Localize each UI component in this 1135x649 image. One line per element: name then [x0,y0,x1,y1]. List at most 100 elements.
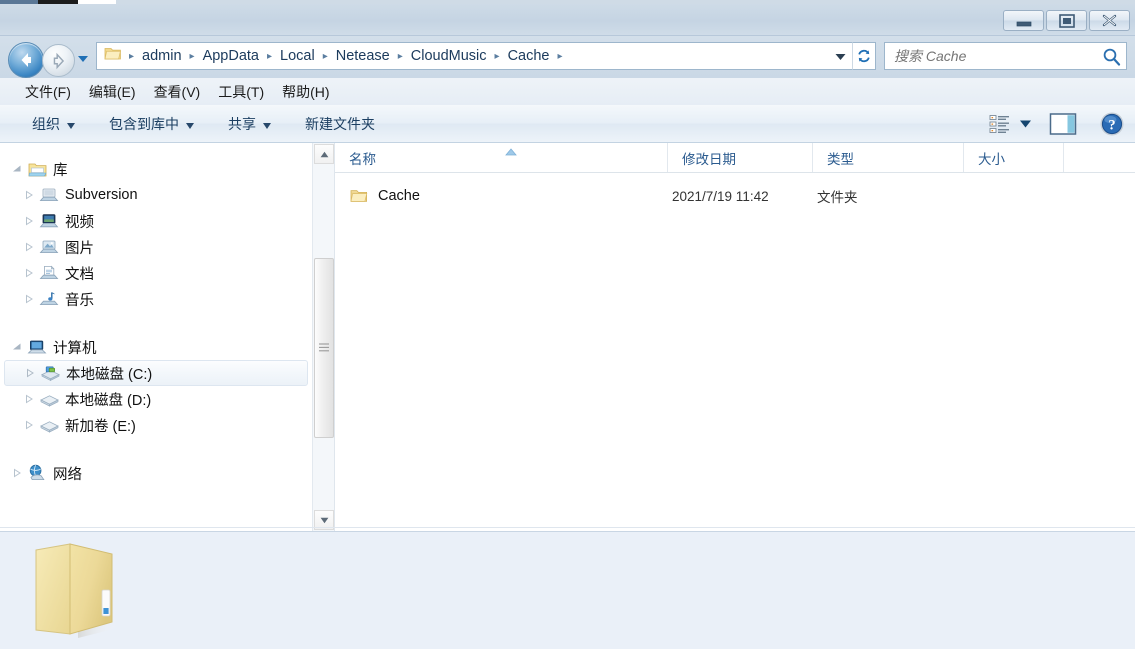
recent-locations-dropdown[interactable] [76,52,90,66]
column-header-type-label: 类型 [827,151,854,167]
column-header-filler [1064,143,1135,172]
scrollbar-grip-icon [319,339,330,357]
triangle-up-icon [320,151,328,157]
breadcrumb-item-cache[interactable]: Cache [505,46,553,66]
expander-expand-icon[interactable] [20,187,38,203]
expander-expand-icon[interactable] [21,365,39,381]
breadcrumb-separator: ▸ [557,50,563,62]
sidebar-item-videos-label: 视频 [65,214,94,231]
sidebar-item-subversion-label: Subversion [65,187,138,203]
sidebar-group-network-label: 网络 [53,466,82,483]
menu-edit[interactable]: 编辑(E) [80,79,145,105]
breadcrumb-item-appdata[interactable]: AppData [200,46,262,66]
breadcrumb[interactable]: ▸ admin ▸ AppData ▸ Local ▸ Netease ▸ Cl… [96,42,876,70]
title-bar [0,4,1135,36]
documents-library-icon [38,264,60,282]
chevron-down-icon [78,56,88,62]
expander-collapse-icon[interactable] [8,161,26,177]
organize-button[interactable]: 组织 [22,109,85,139]
sidebar-item-subversion[interactable]: Subversion [0,182,312,208]
search-input[interactable] [885,44,1096,68]
include-in-library-button[interactable]: 包含到库中 [99,109,204,139]
expander-collapse-icon[interactable] [8,339,26,355]
minimize-button[interactable] [1003,10,1044,31]
view-mode-icon[interactable] [985,110,1015,138]
breadcrumb-separator: ▸ [397,50,403,62]
sidebar-group-network[interactable]: 网络 [0,460,312,486]
toolbar-right-group: ? [985,105,1135,143]
sidebar-group-computer[interactable]: 计算机 [0,334,312,360]
details-pane: 1 个对象 https://blog.csdn.net/weixin_43993… [0,531,1135,649]
view-mode-dropdown[interactable] [1015,110,1035,138]
sidebar-group-computer-label: 计算机 [53,340,97,357]
column-header-date-modified[interactable]: 修改日期 [668,143,813,172]
navigation-pane-scrollbar[interactable] [312,143,334,531]
menu-view[interactable]: 查看(V) [145,79,210,105]
refresh-button[interactable] [852,42,876,70]
chevron-down-icon [835,53,845,60]
file-row-name: Cache [378,188,420,204]
sidebar-item-pictures[interactable]: 图片 [0,234,312,260]
expander-expand-icon[interactable] [8,465,26,481]
navigation-pane[interactable]: 库 Subversion 视频 图片 文档 音乐 计算机 本地磁盘 (C:) 本… [0,143,312,531]
file-row-name-cell[interactable]: Cache [335,188,668,204]
breadcrumb-dropdown-button[interactable] [828,42,852,70]
expander-expand-icon[interactable] [20,239,38,255]
sidebar-item-drive-e[interactable]: 新加卷 (E:) [0,412,312,438]
scroll-up-button[interactable] [314,144,334,164]
include-in-library-label: 包含到库中 [109,115,179,132]
breadcrumb-separator: ▸ [189,50,195,62]
sidebar-group-libraries[interactable]: 库 [0,156,312,182]
expander-expand-icon[interactable] [20,265,38,281]
menu-help[interactable]: 帮助(H) [273,79,338,105]
library-icon [26,160,48,178]
expander-expand-icon[interactable] [20,417,38,433]
back-button[interactable] [8,42,44,78]
network-icon [26,464,48,482]
chevron-down-icon [263,116,271,132]
column-header-name-label: 名称 [349,151,376,167]
expander-expand-icon[interactable] [20,391,38,407]
column-header-row: 名称 修改日期 类型 大小 [335,143,1135,173]
sidebar-item-drive-d-label: 本地磁盘 (D:) [65,392,152,409]
sidebar-item-drive-c[interactable]: 本地磁盘 (C:) [4,360,308,386]
breadcrumb-item-netease[interactable]: Netease [333,46,393,66]
search-icon[interactable] [1096,47,1126,66]
sidebar-item-drive-e-label: 新加卷 (E:) [65,418,136,435]
sidebar-item-documents-label: 文档 [65,266,94,283]
sidebar-item-drive-d[interactable]: 本地磁盘 (D:) [0,386,312,412]
table-row[interactable]: Cache 2021/7/19 11:42 文件夹 [335,182,1135,210]
close-button[interactable] [1089,10,1130,31]
share-with-button[interactable]: 共享 [218,109,281,139]
scrollbar-thumb[interactable] [314,258,334,438]
preview-pane-icon[interactable] [1043,110,1083,138]
breadcrumb-item-admin[interactable]: admin [139,46,185,66]
sidebar-item-videos[interactable]: 视频 [0,208,312,234]
arrow-right-icon [53,52,64,69]
maximize-button[interactable] [1046,10,1087,31]
system-drive-icon [39,364,61,382]
sidebar-item-music[interactable]: 音乐 [0,286,312,312]
breadcrumb-item-cloudmusic[interactable]: CloudMusic [408,46,490,66]
new-folder-button[interactable]: 新建文件夹 [295,109,385,139]
menu-tools[interactable]: 工具(T) [209,79,273,105]
file-list-pane[interactable]: 名称 修改日期 类型 大小 Cache 2021/7/19 11:42 文件夹 [334,143,1135,531]
menu-file[interactable]: 文件(F) [16,79,80,105]
column-header-name[interactable]: 名称 [335,143,668,172]
help-icon[interactable]: ? [1089,109,1135,139]
chevron-down-icon [186,116,194,132]
sidebar-item-documents[interactable]: 文档 [0,260,312,286]
search-box[interactable] [884,42,1127,70]
expander-expand-icon[interactable] [20,213,38,229]
column-header-size[interactable]: 大小 [964,143,1064,172]
expander-expand-icon[interactable] [20,291,38,307]
forward-button[interactable] [42,44,75,77]
sidebar-item-music-label: 音乐 [65,292,94,309]
column-header-type[interactable]: 类型 [813,143,964,172]
chevron-down-icon [1019,120,1031,128]
drive-icon [38,416,60,434]
breadcrumb-item-local[interactable]: Local [277,46,318,66]
folder-icon [350,188,368,204]
file-row-type: 文件夹 [817,190,858,205]
